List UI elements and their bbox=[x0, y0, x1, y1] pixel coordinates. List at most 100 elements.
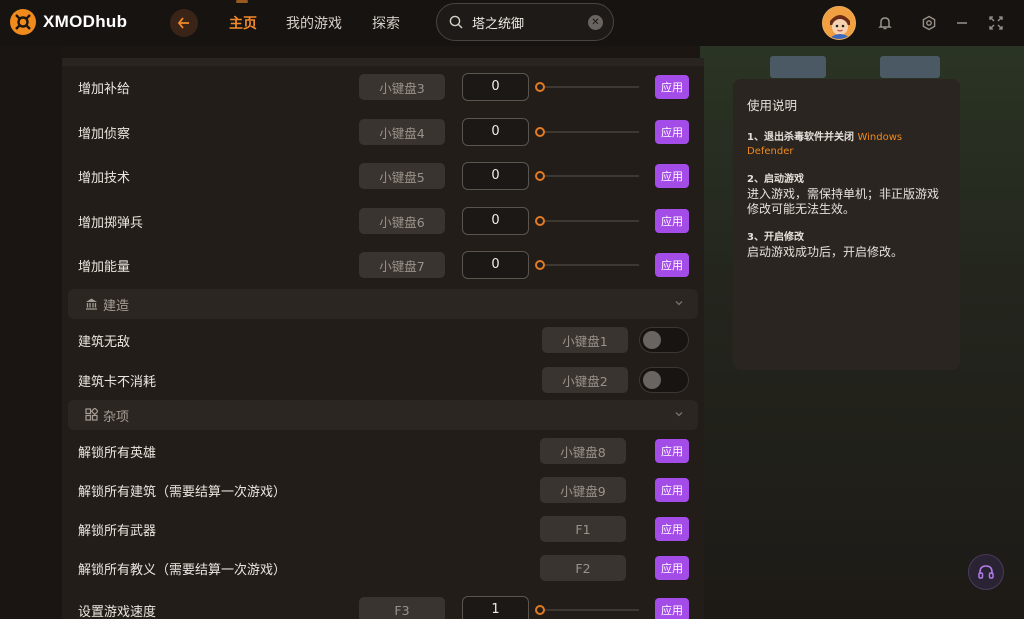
instruction-step: 1、退出杀毒软件并关闭 Windows Defender bbox=[747, 131, 946, 159]
clear-icon[interactable]: ✕ bbox=[588, 15, 603, 30]
value-slider[interactable] bbox=[539, 131, 639, 133]
cheat-label: 建筑无敌 bbox=[78, 334, 131, 350]
nav-my-games[interactable]: 我的游戏 bbox=[286, 13, 342, 33]
section-title: 杂项 bbox=[103, 409, 130, 425]
cheat-row: 增加补给 小键盘3 0 应用 bbox=[62, 67, 704, 107]
settings-icon[interactable] bbox=[920, 14, 938, 32]
search-value: 塔之统御 bbox=[472, 16, 525, 32]
apply-button[interactable]: 应用 bbox=[655, 439, 689, 463]
cheat-row: 设置游戏速度 F3 1 应用 bbox=[62, 590, 704, 619]
instructions-title: 使用说明 bbox=[747, 98, 798, 113]
logo-text: XMODhub bbox=[43, 12, 128, 31]
value-slider[interactable] bbox=[539, 175, 639, 177]
section-title: 建造 bbox=[103, 298, 130, 314]
cheat-label: 解锁所有教义（需要结算一次游戏） bbox=[78, 562, 287, 578]
value-slider[interactable] bbox=[539, 220, 639, 222]
hotkey-button[interactable]: F3 bbox=[359, 597, 445, 619]
hotkey-button[interactable]: 小键盘1 bbox=[542, 327, 628, 353]
cheat-row: 增加技术 小键盘5 0 应用 bbox=[62, 156, 704, 196]
hotkey-button[interactable]: 小键盘3 bbox=[359, 74, 445, 100]
hotkey-button[interactable]: 小键盘9 bbox=[540, 477, 626, 503]
background-card bbox=[880, 56, 940, 78]
slider-handle[interactable] bbox=[535, 127, 545, 137]
toggle-knob bbox=[643, 331, 661, 349]
nav-home[interactable]: 主页 bbox=[229, 13, 257, 33]
headset-icon bbox=[978, 565, 994, 579]
apply-button[interactable]: 应用 bbox=[655, 209, 689, 233]
slider-handle[interactable] bbox=[535, 605, 545, 615]
value-slider[interactable] bbox=[539, 264, 639, 266]
hotkey-button[interactable]: 小键盘8 bbox=[540, 438, 626, 464]
step-body: 启动游戏成功后，开启修改。 bbox=[747, 245, 904, 259]
background-left bbox=[0, 46, 62, 619]
value-input[interactable]: 0 bbox=[462, 118, 529, 146]
value-slider[interactable] bbox=[539, 609, 639, 611]
cheat-label: 增加掷弹兵 bbox=[78, 215, 144, 231]
instructions-card: 使用说明 1、退出杀毒软件并关闭 Windows Defender 2、启动游戏… bbox=[733, 79, 960, 370]
avatar[interactable] bbox=[822, 6, 856, 40]
background-card bbox=[770, 56, 826, 78]
cheat-label: 建筑卡不消耗 bbox=[78, 374, 157, 390]
minimize-icon[interactable] bbox=[953, 14, 971, 32]
value-input[interactable]: 0 bbox=[462, 73, 529, 101]
nav-explore[interactable]: 探索 bbox=[372, 13, 400, 33]
value-input[interactable]: 0 bbox=[462, 162, 529, 190]
hotkey-button[interactable]: 小键盘5 bbox=[359, 163, 445, 189]
cheat-row: 增加掷弹兵 小键盘6 0 应用 bbox=[62, 201, 704, 241]
section-misc-header[interactable]: 杂项 bbox=[68, 400, 698, 430]
hotkey-button[interactable]: 小键盘7 bbox=[359, 252, 445, 278]
cheat-label: 增加侦察 bbox=[78, 126, 131, 142]
apply-button[interactable]: 应用 bbox=[655, 517, 689, 541]
hotkey-button[interactable]: 小键盘6 bbox=[359, 208, 445, 234]
step-title: 2、启动游戏 bbox=[747, 174, 804, 185]
hotkey-button[interactable]: F2 bbox=[540, 555, 626, 581]
toggle-switch[interactable] bbox=[639, 327, 689, 353]
home-indicator bbox=[236, 0, 248, 3]
search-icon bbox=[449, 15, 463, 29]
value-input[interactable]: 0 bbox=[462, 207, 529, 235]
value-input[interactable]: 1 bbox=[462, 596, 529, 619]
app-logo[interactable]: XMODhub bbox=[10, 9, 127, 35]
cheat-label: 解锁所有武器 bbox=[78, 523, 157, 539]
cheat-label: 解锁所有建筑（需要结算一次游戏） bbox=[78, 484, 287, 500]
cheat-label: 解锁所有英雄 bbox=[78, 445, 157, 461]
apply-button[interactable]: 应用 bbox=[655, 120, 689, 144]
slider-handle[interactable] bbox=[535, 171, 545, 181]
hotkey-button[interactable]: F1 bbox=[540, 516, 626, 542]
cheat-row: 解锁所有武器 F1 应用 bbox=[62, 509, 704, 549]
support-button[interactable] bbox=[968, 554, 1004, 590]
apply-button[interactable]: 应用 bbox=[655, 598, 689, 619]
back-button[interactable] bbox=[170, 9, 198, 37]
section-build-header[interactable]: 建造 bbox=[68, 289, 698, 319]
cheat-row: 解锁所有教义（需要结算一次游戏） F2 应用 bbox=[62, 548, 704, 588]
value-slider[interactable] bbox=[539, 86, 639, 88]
search-input[interactable]: 塔之统御 ✕ bbox=[436, 3, 614, 41]
cheat-row: 增加侦察 小键盘4 0 应用 bbox=[62, 112, 704, 152]
instruction-step: 2、启动游戏 进入游戏，需保持单机；非正版游戏修改可能无法生效。 bbox=[747, 173, 946, 217]
panel-top-edge bbox=[62, 58, 704, 66]
slider-handle[interactable] bbox=[535, 82, 545, 92]
step-title-text: 1、退出杀毒软件并关闭 bbox=[747, 132, 854, 143]
chevron-down-icon bbox=[675, 412, 683, 417]
apply-button[interactable]: 应用 bbox=[655, 253, 689, 277]
top-bar: XMODhub 主页 我的游戏 探索 塔之统御 ✕ bbox=[0, 0, 1024, 46]
slider-handle[interactable] bbox=[535, 216, 545, 226]
step-body: 进入游戏，需保持单机；非正版游戏修改可能无法生效。 bbox=[747, 187, 940, 216]
toggle-switch[interactable] bbox=[639, 367, 689, 393]
fullscreen-icon[interactable] bbox=[987, 14, 1005, 32]
apply-button[interactable]: 应用 bbox=[655, 75, 689, 99]
slider-handle[interactable] bbox=[535, 260, 545, 270]
cheat-label: 增加补给 bbox=[78, 81, 131, 97]
cheat-label: 增加技术 bbox=[78, 170, 131, 186]
value-input[interactable]: 0 bbox=[462, 251, 529, 279]
bell-icon[interactable] bbox=[876, 14, 894, 32]
hotkey-button[interactable]: 小键盘2 bbox=[542, 367, 628, 393]
cheats-panel: 增加补给 小键盘3 0 应用 增加侦察 小键盘4 0 应用 增加技术 小键盘5 … bbox=[62, 58, 704, 619]
cheat-row: 解锁所有建筑（需要结算一次游戏） 小键盘9 应用 bbox=[62, 470, 704, 510]
cheat-row: 增加能量 小键盘7 0 应用 bbox=[62, 245, 704, 285]
apply-button[interactable]: 应用 bbox=[655, 164, 689, 188]
apply-button[interactable]: 应用 bbox=[655, 478, 689, 502]
cheat-row: 解锁所有英雄 小键盘8 应用 bbox=[62, 431, 704, 471]
hotkey-button[interactable]: 小键盘4 bbox=[359, 119, 445, 145]
apply-button[interactable]: 应用 bbox=[655, 556, 689, 580]
